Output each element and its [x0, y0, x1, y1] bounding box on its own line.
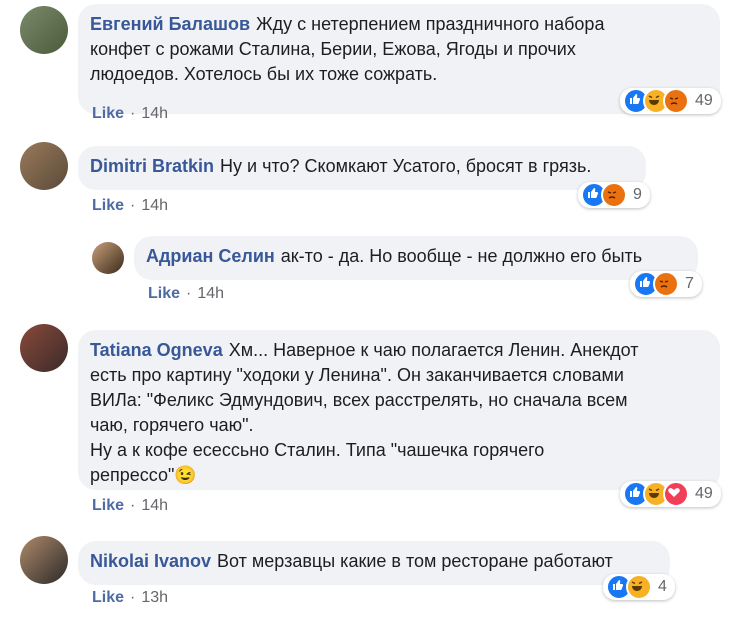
timestamp[interactable]: 14h — [141, 197, 168, 214]
reactions-summary[interactable]: 49 — [620, 481, 721, 507]
comment-text: ак-то - да. Но вообще - не должно его бы… — [280, 246, 643, 266]
love-icon — [663, 481, 689, 507]
angry-icon — [653, 271, 679, 297]
avatar[interactable] — [20, 536, 68, 584]
comment-bubble: Адриан Селин ак-то - да. Но вообще - не д… — [134, 236, 698, 280]
timestamp[interactable]: 13h — [141, 589, 168, 606]
comment-meta: Like · 14h — [92, 197, 169, 214]
avatar[interactable] — [92, 242, 124, 274]
commenter-name[interactable]: Евгений Балашов — [90, 14, 250, 34]
comment-bubble: Nikolai Ivanov Вот мерзавцы какие в том р… — [78, 541, 670, 585]
comment-bubble: Tatiana Ogneva Хм... Наверное к чаю полаг… — [78, 330, 720, 490]
like-button[interactable]: Like — [148, 285, 180, 302]
like-button[interactable]: Like — [92, 589, 124, 606]
comment-meta: Like · 14h — [92, 497, 169, 514]
avatar[interactable] — [20, 6, 68, 54]
commenter-name[interactable]: Tatiana Ogneva — [90, 340, 223, 360]
reaction-count: 4 — [658, 578, 667, 595]
comment-text: Вот мерзавцы какие в том ресторане работ… — [217, 551, 613, 571]
comment-text: Хм... Наверное к чаю полагается Ленин. А… — [90, 340, 639, 485]
timestamp[interactable]: 14h — [141, 105, 168, 122]
angry-icon — [663, 88, 689, 114]
reactions-summary[interactable]: 49 — [620, 88, 721, 114]
reactions-summary[interactable]: 7 — [630, 271, 702, 297]
reactions-summary[interactable]: 9 — [578, 182, 650, 208]
wink-emoji: 😉 — [174, 465, 197, 485]
haha-icon — [626, 574, 652, 600]
comment-meta: Like · 14h — [148, 285, 225, 302]
comment-text: Ну и что? Скомкают Усатого, бросят в гря… — [220, 156, 592, 176]
like-button[interactable]: Like — [92, 197, 124, 214]
avatar[interactable] — [20, 142, 68, 190]
commenter-name[interactable]: Dimitri Bratkin — [90, 156, 214, 176]
comment-meta: Like · 14h — [92, 105, 169, 122]
reaction-count: 49 — [695, 92, 713, 109]
timestamp[interactable]: 14h — [141, 497, 168, 514]
reaction-count: 49 — [695, 485, 713, 502]
comment-bubble: Dimitri Bratkin Ну и что? Скомкают Усатог… — [78, 146, 646, 190]
like-button[interactable]: Like — [92, 497, 124, 514]
angry-icon — [601, 182, 627, 208]
comment-meta: Like · 13h — [92, 589, 169, 606]
reactions-summary[interactable]: 4 — [603, 574, 675, 600]
like-button[interactable]: Like — [92, 105, 124, 122]
timestamp[interactable]: 14h — [197, 285, 224, 302]
commenter-name[interactable]: Адриан Селин — [146, 246, 275, 266]
reaction-count: 7 — [685, 275, 694, 292]
commenter-name[interactable]: Nikolai Ivanov — [90, 551, 211, 571]
reaction-count: 9 — [633, 186, 642, 203]
avatar[interactable] — [20, 324, 68, 372]
